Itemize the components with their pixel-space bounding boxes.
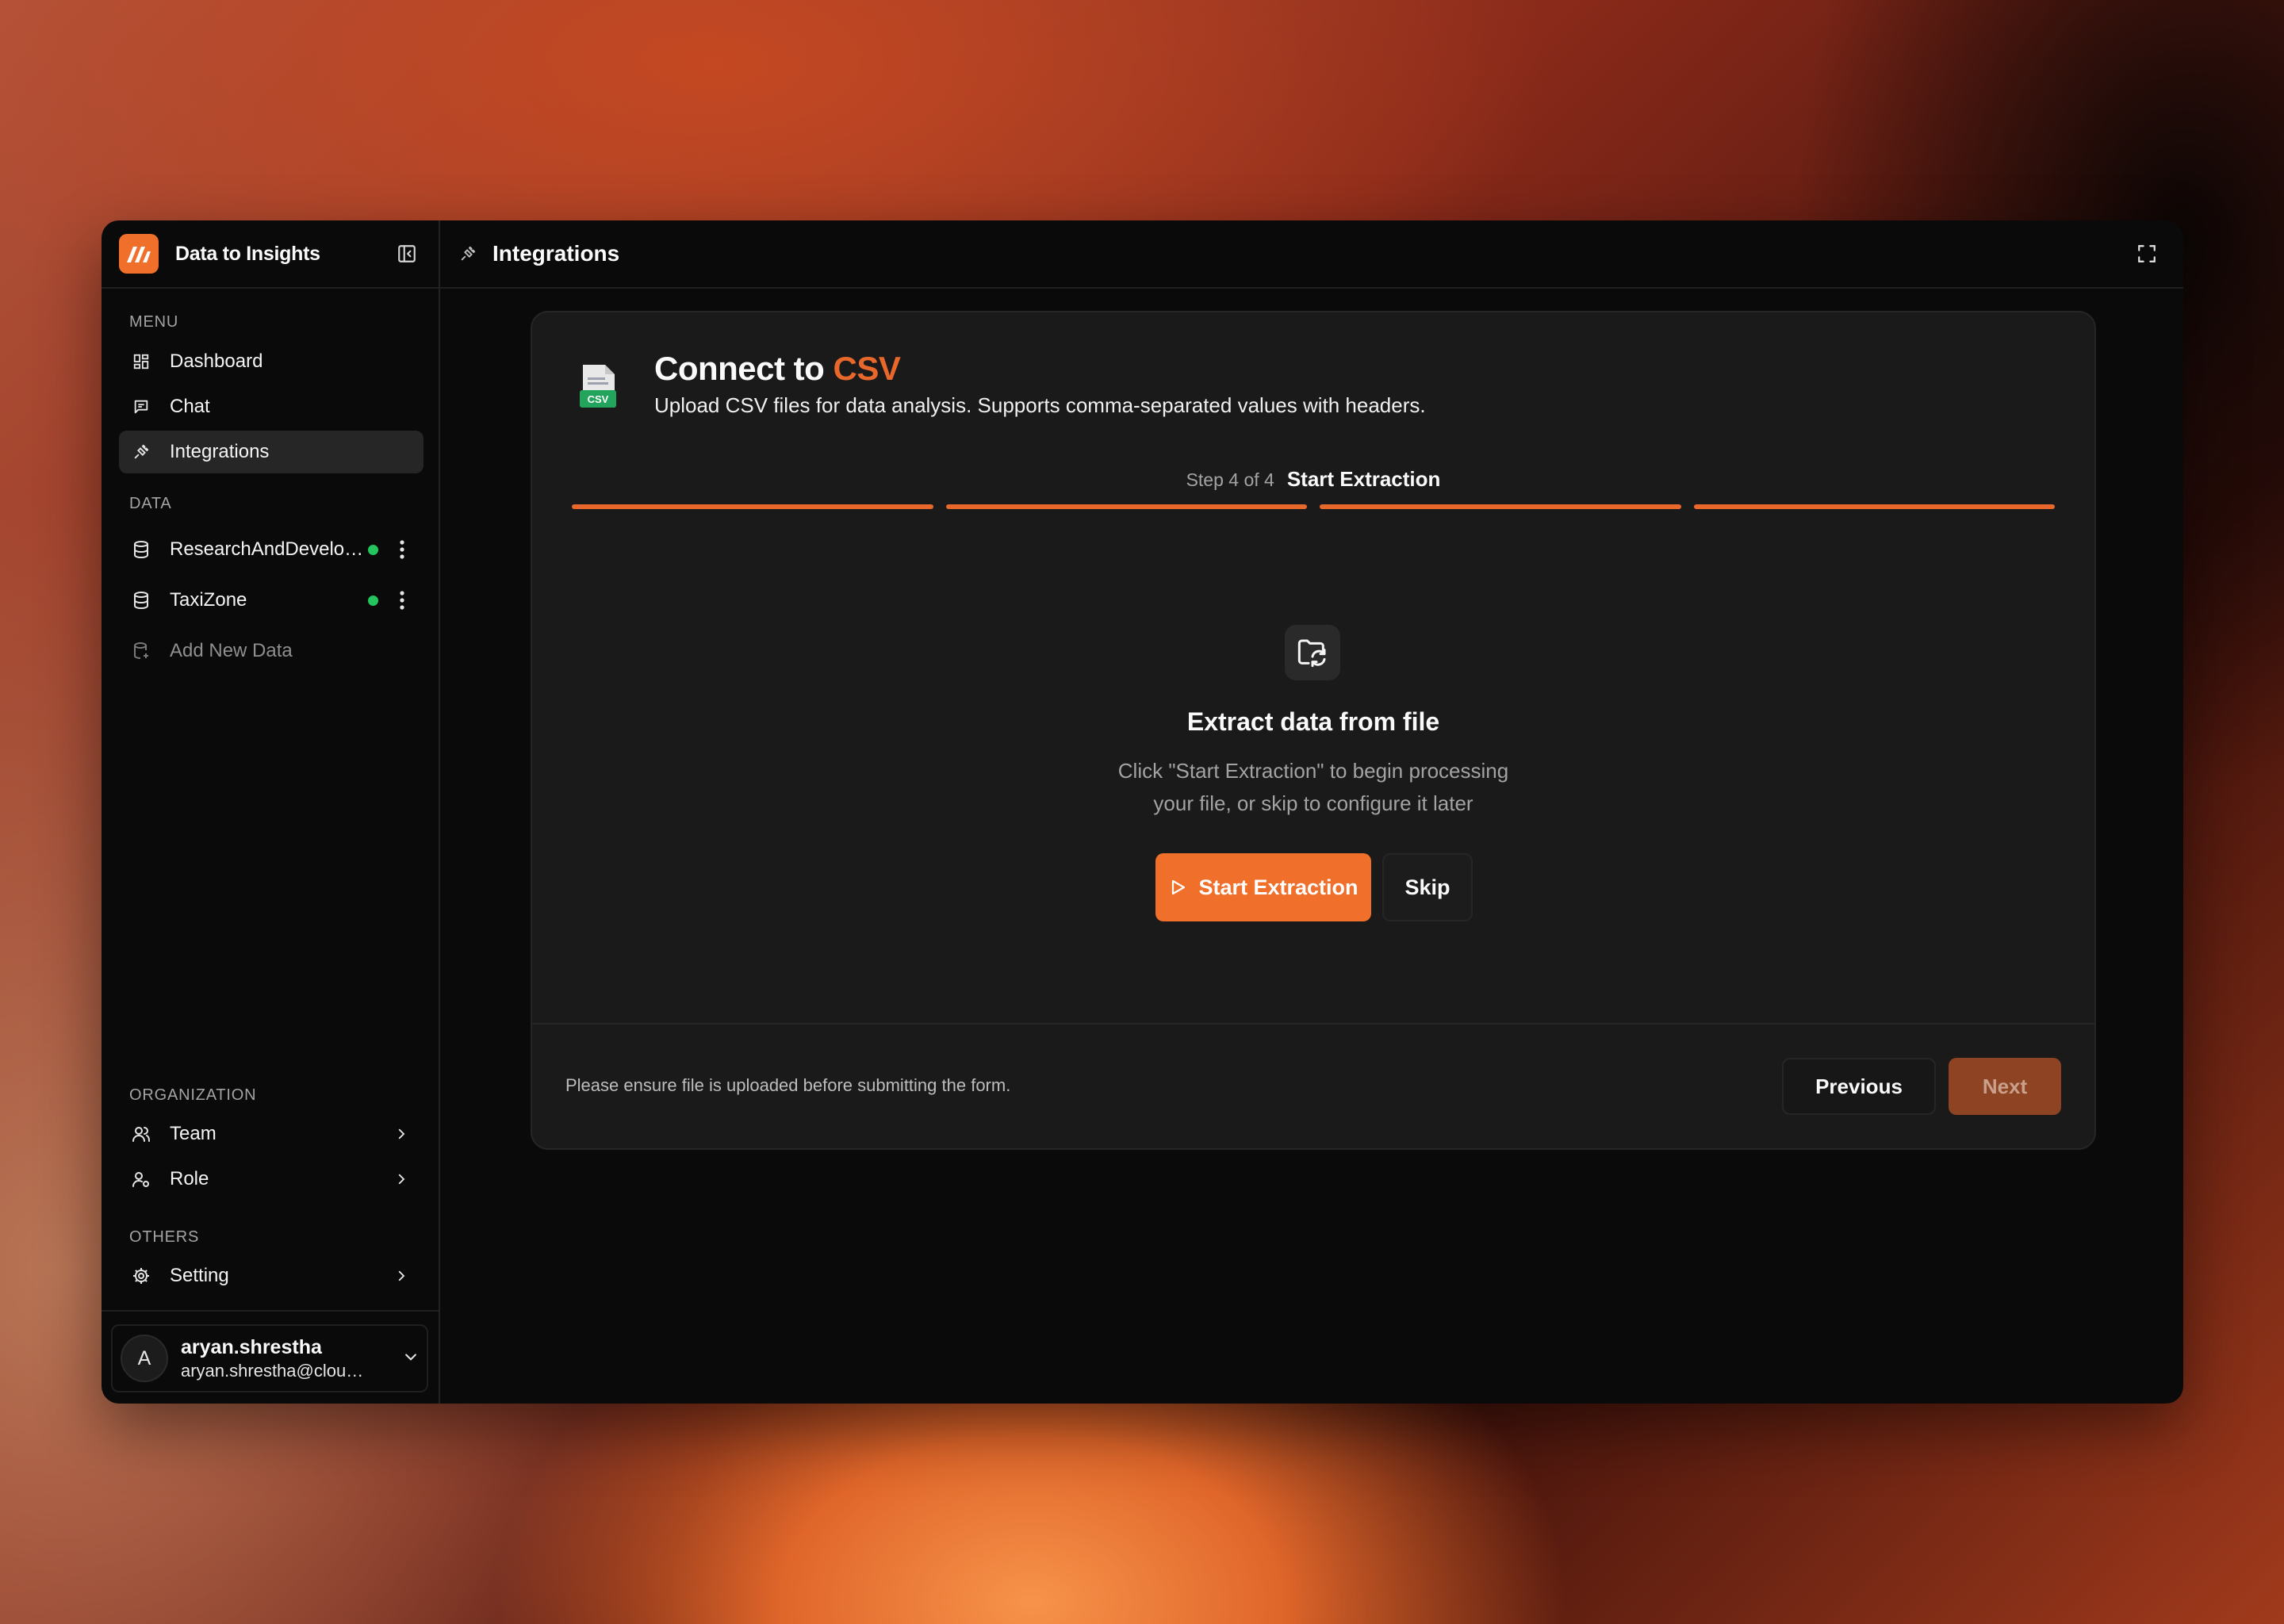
users-icon <box>130 1123 152 1145</box>
chevron-right-icon <box>390 1123 412 1145</box>
sidebar-item-label: ResearchAndDevelop... <box>170 538 368 560</box>
user-role-icon <box>130 1168 152 1190</box>
sidebar-item-dashboard[interactable]: Dashboard <box>119 340 423 383</box>
skip-label: Skip <box>1405 875 1450 899</box>
folder-sync-icon <box>1285 625 1340 680</box>
progress-segment <box>572 504 933 509</box>
integrations-plug-icon <box>459 245 477 262</box>
others-section-label: OTHERS <box>129 1228 200 1246</box>
app-logo[interactable] <box>119 234 159 274</box>
menu-section-label: MENU <box>129 313 179 331</box>
extract-description-line: your file, or skip to configure it later <box>1153 791 1473 815</box>
database-icon <box>130 589 152 611</box>
step-name: Start Extraction <box>1286 467 1441 491</box>
progress-segment <box>1320 504 1681 509</box>
add-new-data-button[interactable]: Add New Data <box>119 630 423 672</box>
sidebar-item-role[interactable]: Role <box>119 1158 423 1201</box>
main-content: Integrations CSV Connect to CSV Upload C… <box>440 220 2183 1404</box>
chevron-right-icon <box>390 1168 412 1190</box>
card-footer: Please ensure file is uploaded before su… <box>532 1023 2094 1151</box>
card-title: Connect to CSV <box>654 350 1426 387</box>
next-button[interactable]: Next <box>1949 1058 2061 1115</box>
progress-segment <box>945 504 1307 509</box>
sidebar-item-label: Chat <box>170 396 210 417</box>
play-icon <box>1172 879 1186 895</box>
user-name: aryan.shrestha <box>181 1335 322 1358</box>
sidebar-item-label: Dashboard <box>170 350 263 372</box>
chevron-right-icon <box>390 1265 412 1287</box>
card-title-accent: CSV <box>833 350 901 387</box>
progress-segment <box>1693 504 2055 509</box>
sidebar-item-label: Role <box>170 1168 209 1189</box>
sidebar-item-team[interactable]: Team <box>119 1113 423 1155</box>
next-label: Next <box>1982 1074 2028 1098</box>
start-extraction-label: Start Extraction <box>1198 875 1359 899</box>
step-indicator: Step 4 of 4 Start Extraction <box>532 467 2094 492</box>
fullscreen-icon[interactable] <box>2133 239 2161 268</box>
csv-file-icon: CSV <box>580 365 616 408</box>
sidebar: Data to Insights MENU Dashboard Chat Int… <box>102 220 440 1404</box>
brand-header: Data to Insights <box>102 220 439 289</box>
status-dot <box>368 544 378 555</box>
page-title: Integrations <box>492 241 620 266</box>
sidebar-collapse-icon[interactable] <box>393 239 421 268</box>
database-icon <box>130 538 152 561</box>
sidebar-item-label: Team <box>170 1123 217 1144</box>
step-progress <box>572 504 2055 509</box>
gear-icon <box>130 1265 152 1287</box>
sidebar-item-label: Add New Data <box>170 640 293 661</box>
sidebar-item-dataset[interactable]: ResearchAndDevelop... <box>119 528 423 571</box>
card-subtitle: Upload CSV files for data analysis. Supp… <box>654 393 1426 418</box>
sidebar-item-chat[interactable]: Chat <box>119 385 423 428</box>
start-extraction-button[interactable]: Start Extraction <box>1155 853 1371 921</box>
user-menu[interactable]: A aryan.shrestha aryan.shrestha@cloudp..… <box>111 1324 428 1392</box>
integrations-plug-icon <box>130 441 152 463</box>
database-add-icon <box>130 640 152 662</box>
sidebar-item-label: Setting <box>170 1265 229 1286</box>
footer-note: Please ensure file is uploaded before su… <box>565 1075 1011 1095</box>
sidebar-item-setting[interactable]: Setting <box>119 1254 423 1297</box>
app-name: Data to Insights <box>175 242 320 265</box>
dashboard-icon <box>130 350 152 373</box>
step-count: Step 4 of 4 <box>1186 469 1274 490</box>
chat-icon <box>130 396 152 418</box>
user-email: aryan.shrestha@cloudp... <box>181 1360 371 1381</box>
csv-icon-label: CSV <box>588 393 609 405</box>
card-title-prefix: Connect to <box>654 350 834 387</box>
sidebar-divider <box>102 1310 439 1312</box>
extract-description-line: Click "Start Extraction" to begin proces… <box>1117 759 1509 783</box>
chevron-down-icon <box>403 1349 419 1369</box>
extract-description: Click "Start Extraction" to begin proces… <box>532 755 2094 820</box>
app-window: Data to Insights MENU Dashboard Chat Int… <box>102 220 2183 1404</box>
sidebar-item-label: TaxiZone <box>170 589 247 611</box>
skip-button[interactable]: Skip <box>1382 853 1473 921</box>
data-section-label: DATA <box>129 495 172 512</box>
sidebar-item-dataset[interactable]: TaxiZone <box>119 579 423 622</box>
previous-label: Previous <box>1815 1074 1903 1098</box>
status-dot <box>368 595 378 606</box>
extract-title: Extract data from file <box>1186 707 1440 736</box>
integration-card: CSV Connect to CSV Upload CSV files for … <box>531 311 2096 1150</box>
previous-button[interactable]: Previous <box>1782 1058 1936 1115</box>
sidebar-item-label: Integrations <box>170 441 270 462</box>
avatar: A <box>121 1335 168 1382</box>
sidebar-item-integrations[interactable]: Integrations <box>119 431 423 473</box>
organization-section-label: ORGANIZATION <box>129 1086 257 1104</box>
more-options-icon[interactable] <box>393 588 412 613</box>
top-bar: Integrations <box>440 220 2183 289</box>
more-options-icon[interactable] <box>393 537 412 562</box>
